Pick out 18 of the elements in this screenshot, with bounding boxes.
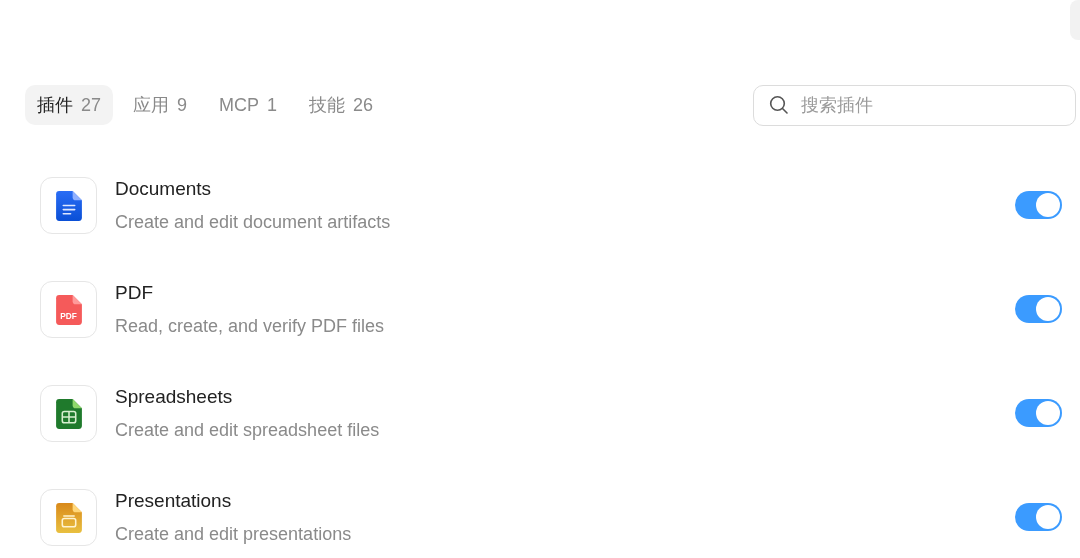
toggle-switch[interactable] <box>1015 295 1062 323</box>
plugin-name: PDF <box>115 281 154 305</box>
tab[interactable]: 插件 27 <box>25 85 114 125</box>
toggle-switch[interactable] <box>1015 191 1062 219</box>
plugin-name: Documents <box>115 177 213 201</box>
search-field[interactable]: 搜索插件 <box>753 85 1076 126</box>
toggle-switch[interactable] <box>1015 503 1062 531</box>
tab[interactable]: MCP 1 <box>207 85 290 125</box>
plugin-name: Spreadsheets <box>115 385 234 409</box>
plugin-description: Create and edit spreadsheet files <box>115 419 381 442</box>
tab[interactable]: 技能 26 <box>297 85 386 125</box>
tab[interactable]: 应用 9 <box>121 85 200 125</box>
toggle-switch[interactable] <box>1015 399 1062 427</box>
search-icon <box>769 95 789 115</box>
plugin-description: Create and edit presentations <box>115 523 353 546</box>
plugin-name: Presentations <box>115 489 233 513</box>
plugin-description: Read, create, and verify PDF files <box>115 315 386 338</box>
plugin-description: Create and edit document artifacts <box>115 211 392 234</box>
